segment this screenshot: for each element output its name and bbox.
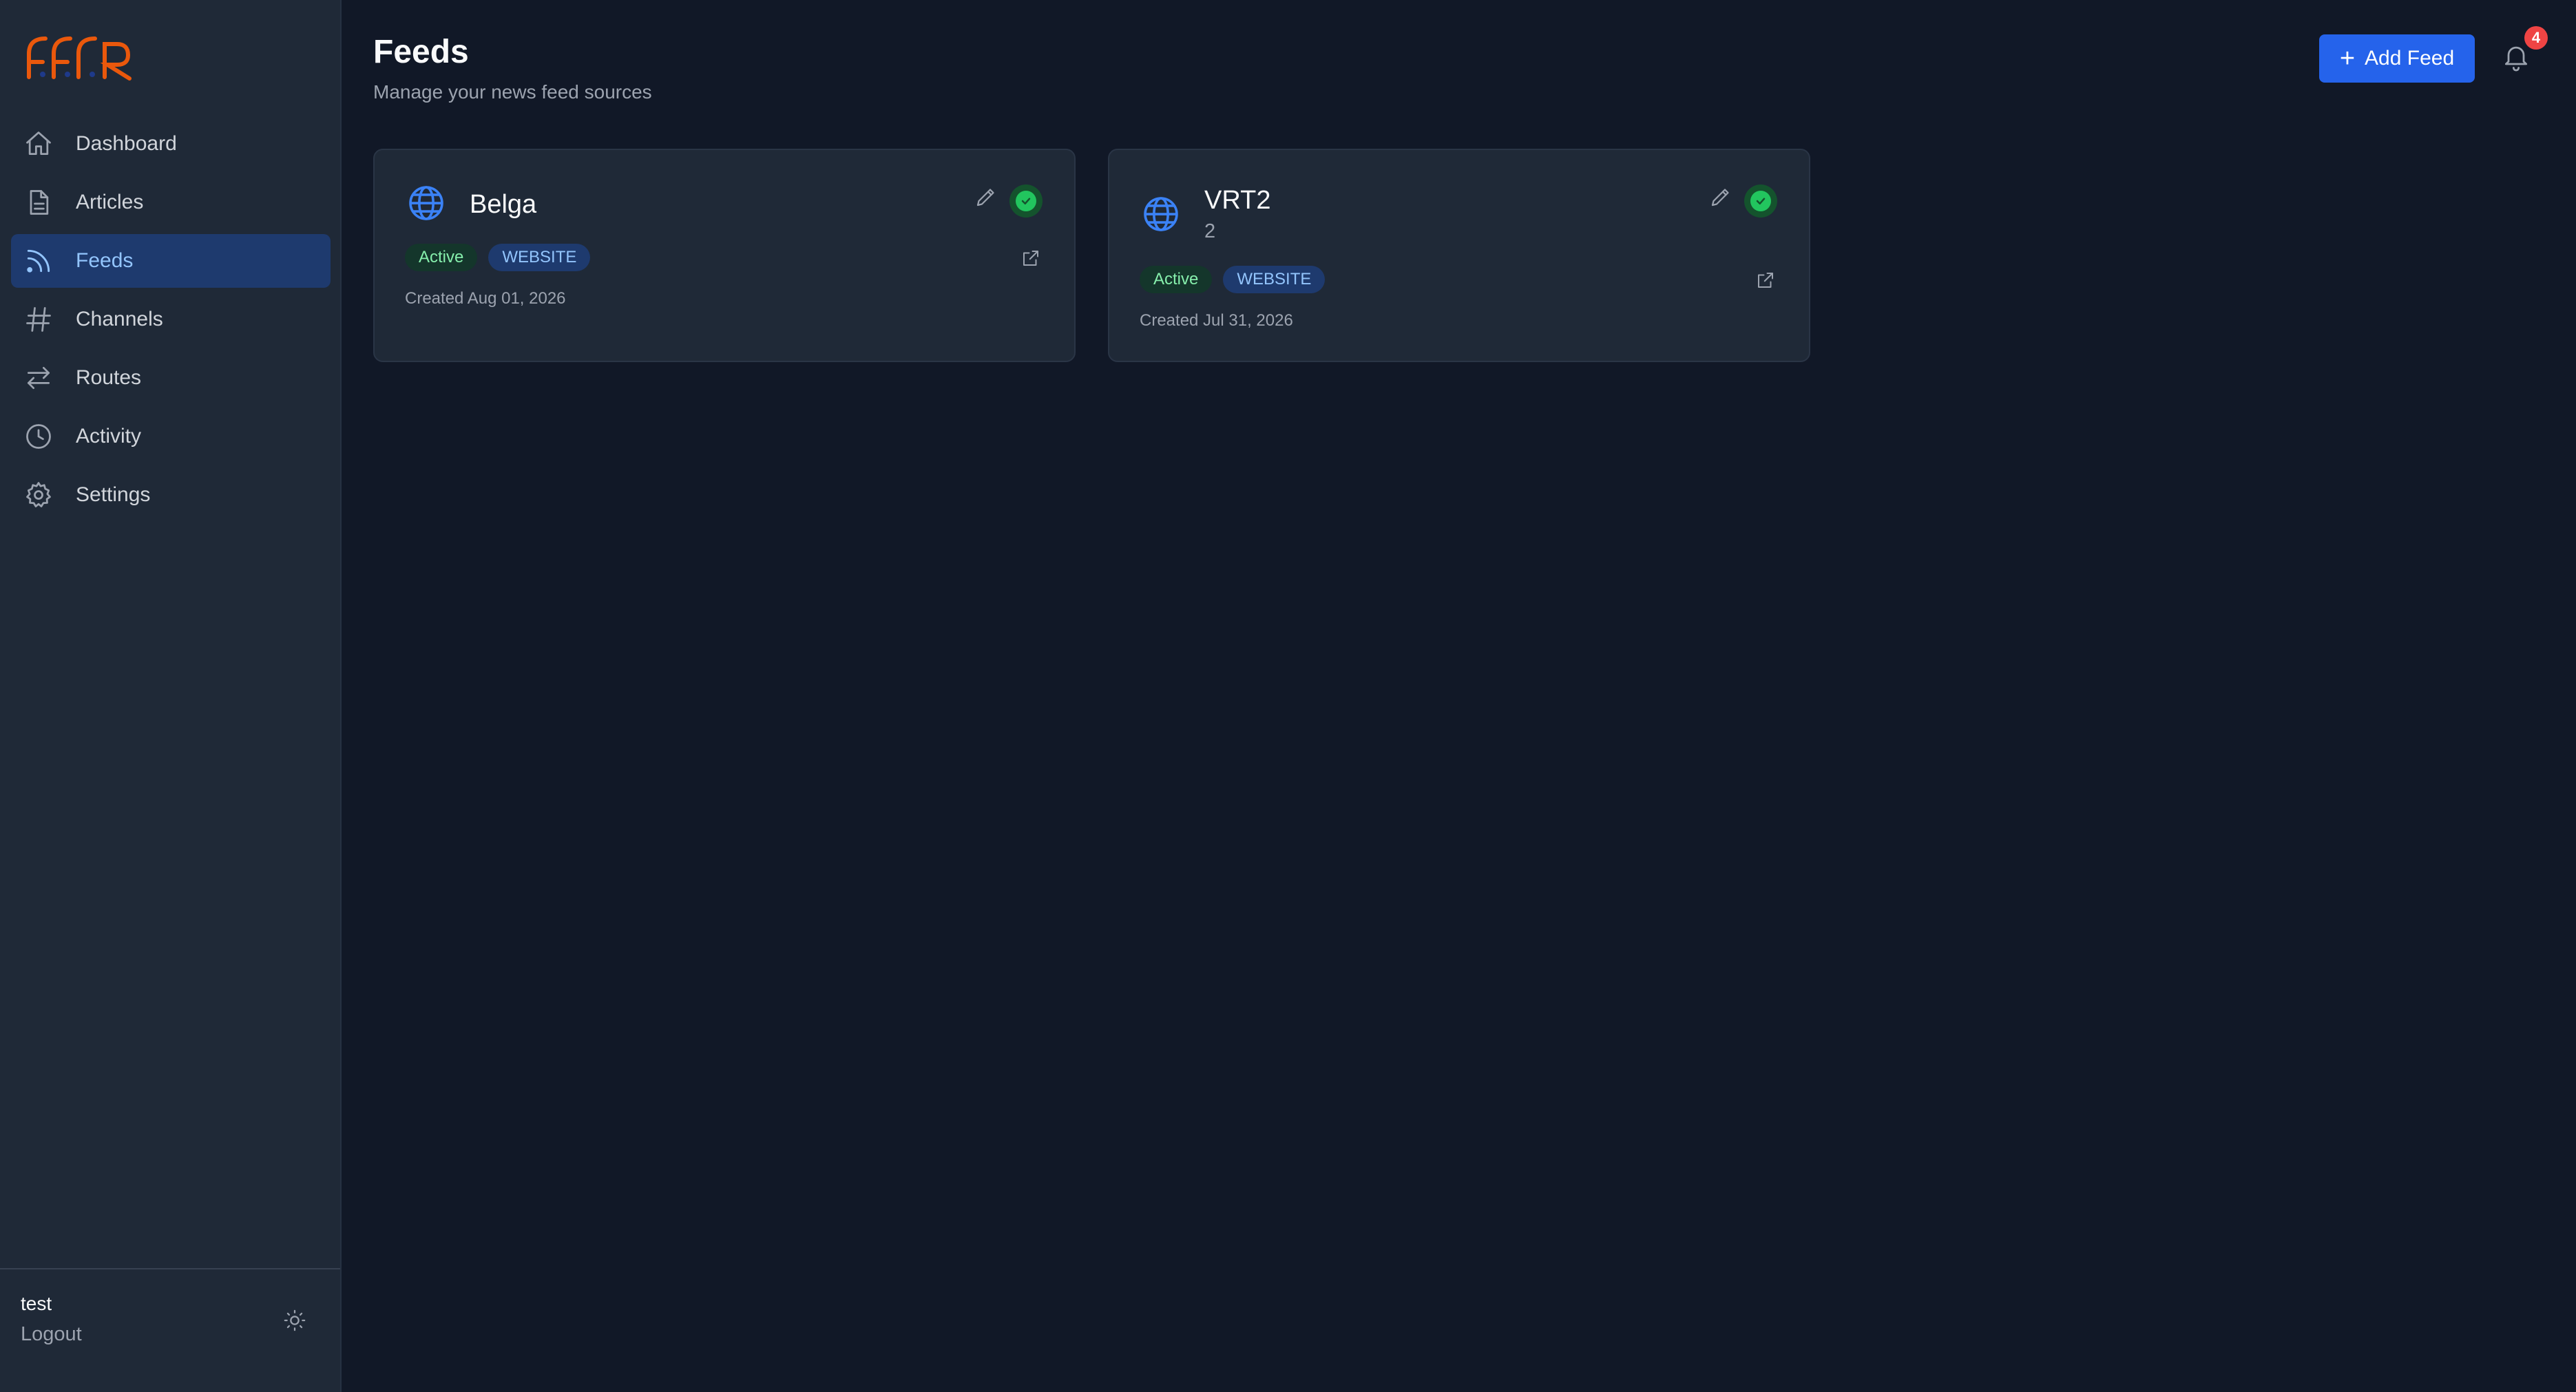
toggle-status-button[interactable]: [1009, 184, 1043, 218]
home-icon: [23, 129, 54, 159]
feed-name: Belga: [470, 190, 537, 219]
sidebar-item-routes[interactable]: Routes: [11, 351, 331, 405]
check-circle-icon: [1750, 191, 1771, 211]
type-badge: WEBSITE: [1223, 266, 1326, 293]
sidebar-item-activity[interactable]: Activity: [11, 410, 331, 463]
feed-name: VRT2: [1204, 186, 1271, 215]
check-circle-icon: [1016, 191, 1036, 211]
toggle-status-button[interactable]: [1744, 184, 1777, 218]
pencil-icon: [1711, 189, 1729, 207]
feed-badges: Active WEBSITE: [1140, 266, 1326, 293]
open-external-link[interactable]: [1755, 270, 1776, 291]
sidebar-footer: test Logout: [0, 1268, 340, 1392]
rss-icon: [23, 246, 54, 276]
user-name: test: [21, 1293, 52, 1314]
sidebar-item-label: Channels: [76, 308, 163, 330]
gear-icon: [23, 480, 54, 510]
page-subtitle: Manage your news feed sources: [373, 81, 652, 103]
external-link-icon: [1023, 251, 1038, 266]
add-feed-label: Add Feed: [2365, 47, 2455, 70]
document-icon: [23, 187, 54, 218]
add-feed-button[interactable]: + Add Feed: [2319, 34, 2475, 83]
globe-icon: [1144, 197, 1178, 231]
globe-icon: [409, 186, 443, 220]
sidebar-item-label: Dashboard: [76, 132, 177, 155]
type-badge: WEBSITE: [488, 244, 591, 271]
arrows-exchange-icon: [23, 363, 54, 393]
sidebar-item-label: Routes: [76, 366, 142, 389]
status-badge: Active: [1140, 266, 1213, 293]
sidebar-item-dashboard[interactable]: Dashboard: [11, 117, 331, 171]
theme-toggle-button[interactable]: [281, 1307, 308, 1334]
app-root: Dashboard Articles Feeds Channels Routes…: [0, 0, 2576, 1392]
hash-icon: [23, 304, 54, 335]
feed-badges: Active WEBSITE: [405, 244, 591, 271]
plus-icon: +: [2339, 44, 2356, 73]
external-link-icon: [1758, 273, 1773, 288]
notification-count-badge: 4: [2524, 26, 2548, 50]
open-external-link[interactable]: [1020, 248, 1041, 268]
feed-card[interactable]: Belga Active WEBSITE Created Aug 01, 202…: [373, 149, 1076, 362]
feed-card[interactable]: VRT2 2 Active WEBSITE Created Jul 31, 20…: [1108, 149, 1810, 362]
sidebar-item-channels[interactable]: Channels: [11, 293, 331, 346]
sidebar-nav: Dashboard Articles Feeds Channels Routes…: [11, 117, 331, 527]
logout-button[interactable]: Logout: [21, 1323, 82, 1346]
created-date: Created Aug 01, 2026: [405, 289, 566, 308]
edit-feed-button[interactable]: [974, 184, 998, 209]
feed-description: 2: [1204, 220, 1216, 242]
edit-feed-button[interactable]: [1708, 184, 1733, 209]
sidebar-item-label: Articles: [76, 191, 144, 213]
sidebar-item-label: Settings: [76, 483, 151, 506]
sidebar-item-feeds[interactable]: Feeds: [11, 234, 331, 288]
app-logo[interactable]: [25, 29, 135, 84]
sidebar-item-settings[interactable]: Settings: [11, 468, 331, 522]
created-date: Created Jul 31, 2026: [1140, 311, 1293, 330]
sidebar-item-label: Activity: [76, 425, 142, 447]
sidebar-item-label: Feeds: [76, 249, 134, 272]
sidebar-item-articles[interactable]: Articles: [11, 176, 331, 229]
sun-icon: [284, 1309, 306, 1331]
clock-icon: [23, 421, 54, 452]
page-title: Feeds: [373, 34, 469, 70]
bell-icon: [2504, 46, 2528, 72]
pencil-icon: [976, 189, 994, 207]
status-badge: Active: [405, 244, 478, 271]
logo-graphic: [27, 36, 132, 81]
sidebar: Dashboard Articles Feeds Channels Routes…: [0, 0, 342, 1392]
